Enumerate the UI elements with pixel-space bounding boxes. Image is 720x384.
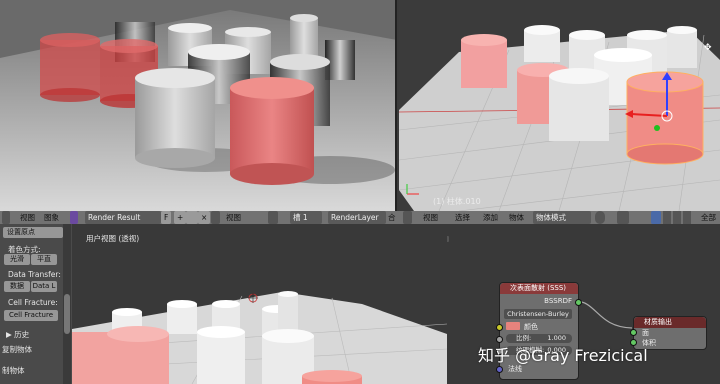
- active-object-label: (1) 柱体.010: [433, 197, 481, 206]
- duplicate-object-label-2: 制物体: [2, 366, 25, 375]
- manipulator-icon[interactable]: [651, 211, 661, 224]
- cell-fracture-label: Cell Fracture:: [8, 298, 58, 307]
- menu-view-3d[interactable]: 视图: [423, 211, 438, 224]
- tool-shelf-panel: 设置原点 着色方式: 光滑 平直 Data Transfer: 数据 Data …: [0, 224, 72, 384]
- sss-node-header[interactable]: 次表面散射 (SSS): [500, 283, 578, 294]
- bssrdf-output-label: BSSRDF: [544, 297, 572, 305]
- viewport-3d-bottom[interactable]: 用户视图 (透视): [72, 224, 447, 384]
- mode-select[interactable]: 物体模式: [533, 211, 591, 224]
- render-layer-select[interactable]: RenderLayer: [328, 211, 386, 224]
- duplicate-object-label: 复制物体: [2, 345, 32, 354]
- watermark-text: 知乎 @Gray Frezicical: [478, 346, 648, 365]
- open-image-icon[interactable]: [186, 211, 198, 224]
- render-result-image: [0, 0, 397, 211]
- fake-user-button[interactable]: F: [161, 211, 172, 224]
- menu-image[interactable]: 图象: [44, 211, 59, 224]
- tool-shelf-scroll-thumb[interactable]: [64, 294, 70, 334]
- menu-add[interactable]: 添加: [483, 211, 498, 224]
- pivot-icon[interactable]: [268, 211, 278, 224]
- viewport-scene-svg: ✥: [399, 0, 720, 211]
- bssrdf-socket[interactable]: [575, 299, 582, 306]
- editor-type-icon-3d[interactable]: [403, 211, 412, 224]
- viewport-bottom-svg: [72, 224, 447, 384]
- data-transfer-label: Data Transfer:: [8, 270, 61, 279]
- image-name-field[interactable]: Render Result: [85, 211, 161, 224]
- flat-button[interactable]: 平直: [31, 254, 57, 265]
- composite-label[interactable]: 合: [388, 211, 396, 224]
- translate-icon[interactable]: [663, 211, 671, 224]
- normal-socket[interactable]: [496, 366, 503, 373]
- render-image-svg: [0, 0, 397, 211]
- pivot-point-icon[interactable]: [617, 211, 629, 224]
- color-socket[interactable]: [496, 324, 503, 331]
- close-image-icon[interactable]: ×: [198, 211, 210, 224]
- surface-socket[interactable]: [630, 329, 637, 336]
- area-split-handle[interactable]: [447, 236, 449, 242]
- viewport-view-label: 用户视图 (透视): [86, 234, 140, 243]
- tool-shelf-scrollbar[interactable]: [63, 224, 71, 384]
- data-layer-button[interactable]: Data L: [31, 281, 57, 292]
- shading-icon[interactable]: [595, 211, 605, 224]
- new-image-icon[interactable]: +: [174, 211, 186, 224]
- menu-object[interactable]: 物体: [509, 211, 524, 224]
- history-panel-toggle[interactable]: ▶ 历史: [6, 329, 29, 340]
- data-button[interactable]: 数据: [4, 281, 30, 292]
- image-editor-header: 视图 图象 Render Result F + × 视图 槽 1 RenderL…: [0, 211, 399, 224]
- menu-view-2[interactable]: 视图: [226, 211, 241, 224]
- viewport-3d-top[interactable]: ✥ (1) 柱体.010: [399, 0, 720, 211]
- material-output-header[interactable]: 材质输出: [634, 317, 706, 328]
- cell-fracture-button[interactable]: Cell Fracture: [4, 310, 58, 321]
- set-origin-button[interactable]: 设置原点: [3, 227, 63, 238]
- viewport-header: 视图 选择 添加 物体 物体模式 全部: [399, 211, 720, 224]
- view-mode-icon[interactable]: [211, 211, 220, 224]
- falloff-select[interactable]: Christensen-Burley: [504, 309, 572, 319]
- editor-type-icon[interactable]: [2, 211, 10, 224]
- slot-select[interactable]: 槽 1: [290, 211, 322, 224]
- sss-node-title: 次表面散射 (SSS): [510, 284, 567, 292]
- menu-select[interactable]: 选择: [455, 211, 470, 224]
- svg-text:✥: ✥: [704, 43, 712, 53]
- image-browse-icon[interactable]: [70, 211, 78, 224]
- menu-view[interactable]: 视图: [20, 211, 35, 224]
- global-orientation[interactable]: 全部: [701, 211, 716, 224]
- material-output-title: 材质输出: [644, 318, 672, 326]
- axis-widget-icon: [405, 182, 421, 198]
- scale-icon[interactable]: [683, 211, 691, 224]
- rotate-icon[interactable]: [673, 211, 681, 224]
- color-label: 颜色: [524, 323, 538, 331]
- smooth-button[interactable]: 光滑: [4, 254, 30, 265]
- surface-label: 面: [642, 329, 649, 337]
- color-swatch[interactable]: [506, 322, 520, 330]
